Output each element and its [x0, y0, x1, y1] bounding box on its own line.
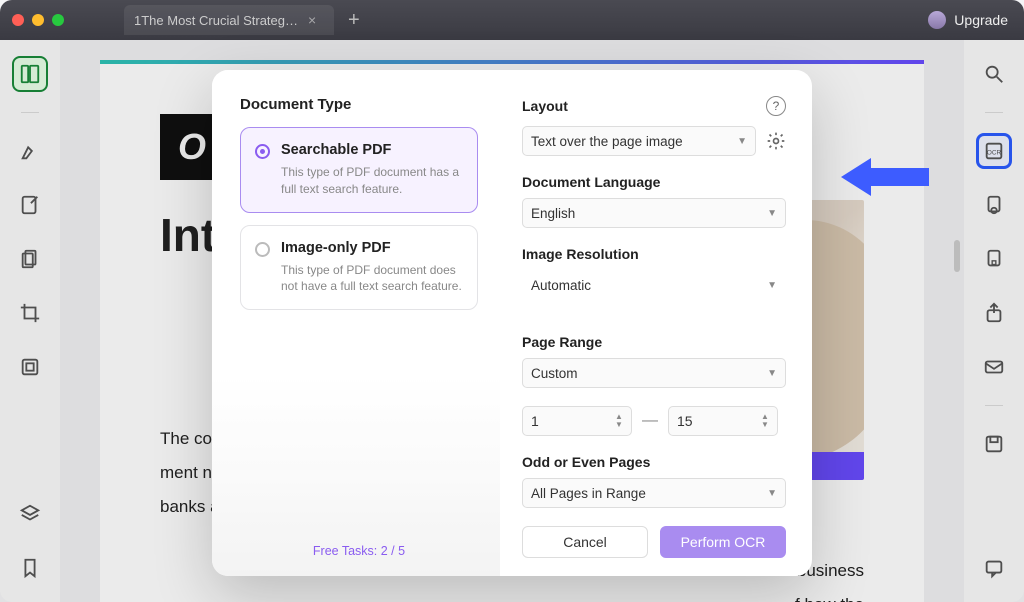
- doctype-title: Image-only PDF: [281, 240, 463, 256]
- radio-icon: [255, 144, 270, 159]
- oddeven-label: Odd or Even Pages: [522, 454, 786, 470]
- help-icon[interactable]: ?: [766, 96, 786, 116]
- document-tab[interactable]: 1The Most Crucial Strateg… ×: [124, 5, 334, 35]
- close-icon[interactable]: [12, 14, 24, 26]
- new-tab-button[interactable]: +: [348, 9, 360, 32]
- avatar: [928, 11, 946, 29]
- stepper-arrows-icon[interactable]: ▲▼: [761, 409, 773, 433]
- upgrade-button[interactable]: Upgrade: [928, 11, 1008, 29]
- range-separator: —: [642, 412, 658, 430]
- chevron-down-icon: ▼: [767, 280, 777, 291]
- cancel-button[interactable]: Cancel: [522, 526, 648, 558]
- maximize-icon[interactable]: [52, 14, 64, 26]
- layout-label: Layout: [522, 98, 568, 114]
- tab-close-icon[interactable]: ×: [308, 12, 316, 28]
- stepper-arrows-icon[interactable]: ▲▼: [615, 409, 627, 433]
- doctype-searchable-option[interactable]: Searchable PDF This type of PDF document…: [240, 127, 478, 213]
- title-bar: 1The Most Crucial Strateg… × + Upgrade: [0, 0, 1024, 40]
- oddeven-select[interactable]: All Pages in Range ▼: [522, 478, 786, 508]
- resolution-label: Image Resolution: [522, 246, 786, 262]
- resolution-select[interactable]: Automatic ▼: [522, 270, 786, 300]
- ocr-settings-dialog: Document Type Searchable PDF This type o…: [212, 70, 812, 576]
- page-to-input[interactable]: 15 ▲▼: [668, 406, 778, 436]
- doctype-imageonly-option[interactable]: Image-only PDF This type of PDF document…: [240, 225, 478, 311]
- chevron-down-icon: ▼: [767, 208, 777, 219]
- gear-icon[interactable]: [766, 131, 786, 151]
- document-type-label: Document Type: [240, 96, 478, 113]
- doctype-desc: This type of PDF document has a full tex…: [281, 164, 463, 198]
- language-label: Document Language: [522, 174, 786, 190]
- tab-title: 1The Most Crucial Strateg…: [134, 13, 298, 28]
- modal-backdrop: Document Type Searchable PDF This type o…: [0, 40, 1024, 602]
- chevron-down-icon: ▼: [767, 368, 777, 379]
- callout-arrow-icon: [829, 158, 929, 196]
- upgrade-label: Upgrade: [954, 12, 1008, 28]
- language-select[interactable]: English ▼: [522, 198, 786, 228]
- chevron-down-icon: ▼: [767, 488, 777, 499]
- perform-ocr-button[interactable]: Perform OCR: [660, 526, 786, 558]
- page-range-label: Page Range: [522, 334, 786, 350]
- minimize-icon[interactable]: [32, 14, 44, 26]
- doctype-title: Searchable PDF: [281, 142, 463, 158]
- radio-icon: [255, 242, 270, 257]
- page-from-input[interactable]: 1 ▲▼: [522, 406, 632, 436]
- page-range-select[interactable]: Custom ▼: [522, 358, 786, 388]
- layout-select[interactable]: Text over the page image ▼: [522, 126, 756, 156]
- free-tasks-label: Free Tasks: 2 / 5: [240, 544, 478, 558]
- doctype-desc: This type of PDF document does not have …: [281, 262, 463, 296]
- chevron-down-icon: ▼: [737, 136, 747, 147]
